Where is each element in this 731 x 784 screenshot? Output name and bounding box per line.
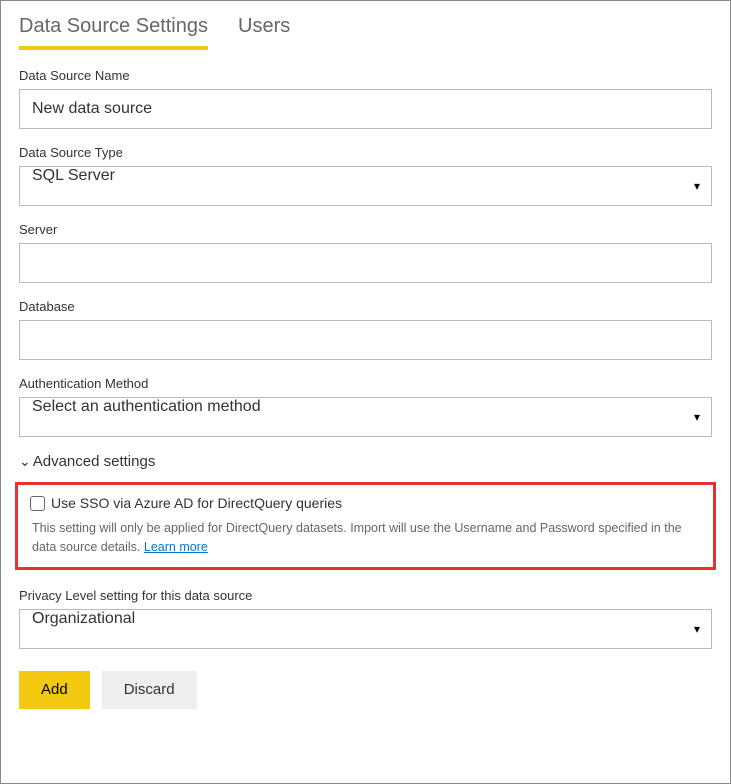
label-data-source-name: Data Source Name: [19, 68, 712, 83]
field-data-source-name: Data Source Name: [19, 68, 712, 129]
sso-checkbox-label: Use SSO via Azure AD for DirectQuery que…: [51, 495, 342, 511]
field-server: Server: [19, 222, 712, 283]
discard-button[interactable]: Discard: [102, 671, 197, 709]
advanced-settings-toggle[interactable]: ⌄ Advanced settings: [19, 453, 712, 470]
field-database: Database: [19, 299, 712, 360]
tab-users[interactable]: Users: [238, 9, 290, 50]
sso-checkbox[interactable]: [30, 496, 45, 511]
field-data-source-type: Data Source Type SQL Server ▾: [19, 145, 712, 206]
label-authentication-method: Authentication Method: [19, 376, 712, 391]
label-server: Server: [19, 222, 712, 237]
field-authentication-method: Authentication Method Select an authenti…: [19, 376, 712, 437]
sso-helper-text: This setting will only be applied for Di…: [30, 519, 701, 557]
sso-highlight-box: Use SSO via Azure AD for DirectQuery que…: [15, 482, 716, 570]
tab-bar: Data Source Settings Users: [1, 1, 730, 50]
input-data-source-name[interactable]: [19, 89, 712, 129]
label-data-source-type: Data Source Type: [19, 145, 712, 160]
input-server[interactable]: [19, 243, 712, 283]
tab-data-source-settings[interactable]: Data Source Settings: [19, 9, 208, 50]
select-privacy-level[interactable]: Organizational: [19, 609, 712, 649]
chevron-down-icon: ⌄: [19, 453, 31, 470]
settings-form: Data Source Name Data Source Type SQL Se…: [1, 50, 730, 727]
input-database[interactable]: [19, 320, 712, 360]
learn-more-link[interactable]: Learn more: [144, 540, 208, 554]
label-privacy-level: Privacy Level setting for this data sour…: [19, 588, 712, 603]
button-row: Add Discard: [19, 671, 712, 709]
add-button[interactable]: Add: [19, 671, 90, 709]
select-data-source-type[interactable]: SQL Server: [19, 166, 712, 206]
advanced-settings-label: Advanced settings: [33, 453, 156, 470]
label-database: Database: [19, 299, 712, 314]
sso-checkbox-row: Use SSO via Azure AD for DirectQuery que…: [30, 495, 701, 511]
field-privacy-level: Privacy Level setting for this data sour…: [19, 588, 712, 649]
select-authentication-method[interactable]: Select an authentication method: [19, 397, 712, 437]
